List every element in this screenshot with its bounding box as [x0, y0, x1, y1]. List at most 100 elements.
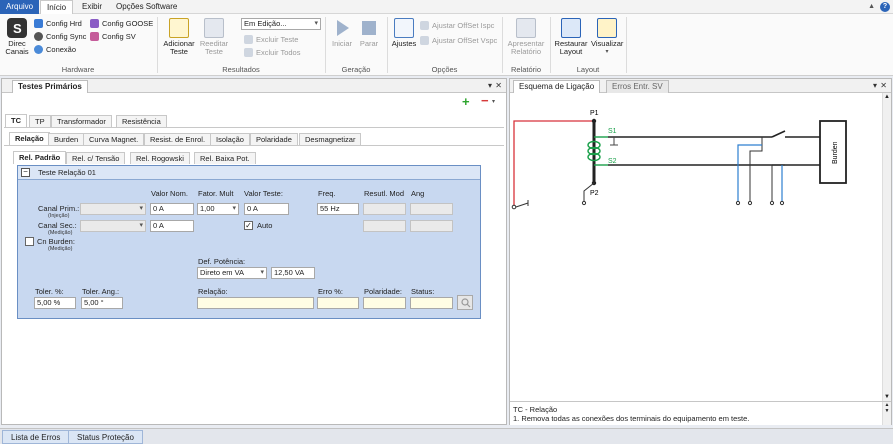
visualizar-button[interactable]: Visualizar ▾: [591, 18, 623, 56]
erro-field: [317, 297, 359, 309]
group-label-geracao: Geração: [341, 65, 371, 74]
ribbon-separator: [626, 17, 627, 73]
panel-tab-testes-primarios[interactable]: Testes Primários: [12, 80, 88, 93]
ajustar-offset-vspc-button[interactable]: Ajustar OffSet Vspc: [420, 35, 497, 46]
ground-wire: [515, 202, 529, 208]
fator-mult-select[interactable]: 1,00: [197, 203, 239, 215]
panel-title-bar: Esquema de Ligação Erros Entr. SV ▾ ✕: [510, 79, 891, 93]
help-icon[interactable]: ?: [880, 2, 890, 12]
excluir-teste-button[interactable]: Excluir Teste: [244, 34, 298, 45]
remove-icon[interactable]: −: [481, 93, 489, 108]
status-select[interactable]: Em Edição...: [241, 18, 321, 30]
tab-lista-erros[interactable]: Lista de Erros: [2, 430, 70, 444]
header-valor-nom: Valor Nom.: [151, 189, 188, 198]
chevron-down-icon: ▾: [605, 49, 609, 55]
terminal-node: [769, 200, 775, 206]
close-icon[interactable]: ✕: [495, 81, 502, 90]
tab-rel-padrao[interactable]: Rel. Padrão: [13, 151, 67, 164]
scroll-down-icon[interactable]: ▼: [884, 394, 890, 400]
close-icon[interactable]: ✕: [880, 81, 887, 90]
potencia-value-input[interactable]: 12,50 VA: [271, 267, 315, 279]
header-freq: Freq.: [318, 189, 336, 198]
tab-resist-enrol[interactable]: Resist. de Enrol.: [144, 133, 212, 145]
tab-transformador[interactable]: Transformador: [51, 115, 112, 127]
tab-divider: [4, 145, 504, 146]
collapse-group-icon[interactable]: −: [21, 168, 30, 177]
add-test-icon: [169, 18, 189, 38]
tab-curva-magnet[interactable]: Curva Magnet.: [83, 133, 145, 145]
excluir-todos-button[interactable]: Excluir Todos: [244, 47, 300, 58]
config-hrd-button[interactable]: Config Hrd: [34, 18, 82, 29]
tab-isolacao[interactable]: Isolação: [210, 133, 250, 145]
reeditar-teste-button[interactable]: Reeditar Teste: [198, 18, 230, 56]
tab-tc[interactable]: TC: [5, 114, 27, 127]
group-label-hardware: Hardware: [61, 65, 95, 74]
config-sv-button[interactable]: Config SV: [90, 31, 136, 42]
canal-sec-valor-nom-input[interactable]: 0 A: [150, 220, 194, 232]
secondary-wire-blue: [737, 144, 783, 203]
header-result-mod: Resutl. Mod: [364, 189, 405, 198]
channels-icon: S: [7, 18, 27, 38]
panel-dropdown-icon[interactable]: ▾: [488, 81, 492, 90]
tab-relacao[interactable]: Relação: [9, 132, 50, 145]
toler-input[interactable]: 5,00 %: [34, 297, 76, 309]
tab-rel-rogowski[interactable]: Rel. Rogowski: [130, 152, 190, 164]
config-goose-button[interactable]: Config GOOSE: [90, 18, 153, 29]
toler-ang-label: Toler. Ang.:: [82, 287, 120, 296]
ajustar-offset-ispc-button[interactable]: Ajustar OffSet Ispc: [420, 20, 494, 31]
tab-resistencia[interactable]: Resistência: [116, 115, 167, 127]
add-icon[interactable]: +: [462, 94, 470, 109]
erro-label: Erro %:: [318, 287, 344, 296]
testes-primarios-panel: Testes Primários ▾ ✕ + − ▾ TC TP Transfo…: [1, 78, 507, 425]
panel-dropdown-icon[interactable]: ▾: [873, 81, 877, 90]
canal-sec-select[interactable]: [80, 220, 146, 232]
tab-rel-baixa-pot[interactable]: Rel. Baixa Pot.: [194, 152, 256, 164]
cn-burden-checkbox[interactable]: [25, 237, 34, 246]
settings-list-icon: [394, 18, 414, 38]
menu-tab-exibir[interactable]: Exibir: [76, 0, 108, 14]
config-sync-button[interactable]: Config Sync: [34, 31, 86, 42]
primary-wire-red: [513, 120, 595, 207]
valor-teste-input[interactable]: 0 A: [244, 203, 289, 215]
def-potencia-select[interactable]: Direto em VA: [197, 267, 267, 279]
panel-tab-esquema[interactable]: Esquema de Ligação: [513, 80, 601, 93]
ajustes-button[interactable]: Ajustes: [391, 18, 417, 48]
terminal-node: [779, 200, 785, 206]
tab-tp[interactable]: TP: [29, 115, 51, 127]
restaurar-layout-button[interactable]: Restaurar Layout: [553, 18, 589, 56]
adicionar-teste-button[interactable]: Adicionar Teste: [161, 18, 197, 56]
search-icon[interactable]: [457, 295, 473, 310]
ang-prim-field: [410, 203, 453, 215]
iniciar-button[interactable]: Iniciar: [330, 18, 354, 48]
toler-ang-input[interactable]: 5,00 °: [81, 297, 123, 309]
tab-polaridade[interactable]: Polaridade: [250, 133, 298, 145]
auto-checkbox[interactable]: ✓: [244, 221, 253, 230]
p2-terminal: [581, 200, 587, 206]
parar-button[interactable]: Parar: [358, 18, 380, 48]
menu-bar: Arquivo Início Exibir Opções Software ▲ …: [0, 0, 893, 14]
collapse-ribbon-icon[interactable]: ▲: [868, 3, 875, 10]
tab-burden[interactable]: Burden: [48, 133, 85, 145]
tab-rel-tensao[interactable]: Rel. c/ Tensão: [66, 152, 126, 164]
secondary-wires: [608, 130, 820, 166]
menu-tab-opcoes-software[interactable]: Opções Software: [110, 0, 183, 14]
canal-prim-valor-nom-input[interactable]: 0 A: [150, 203, 194, 215]
panel-title-bar: Testes Primários ▾ ✕: [2, 79, 506, 93]
menu-tab-inicio[interactable]: Início: [40, 0, 74, 14]
s1-label: S1: [608, 128, 617, 135]
menu-tab-arquivo[interactable]: Arquivo: [0, 0, 40, 14]
direc-canais-button[interactable]: S Direc Canais: [4, 18, 30, 56]
freq-input[interactable]: 55 Hz: [317, 203, 359, 215]
tab-desmagnetizar[interactable]: Desmagnetizar: [299, 133, 362, 145]
hardware-config-icon: [34, 19, 43, 28]
panel-tab-erros-sv[interactable]: Erros Entr. SV: [606, 80, 669, 93]
scroll-up-icon[interactable]: ▲: [884, 94, 890, 100]
info-scrollbar[interactable]: ▲ ▼: [882, 402, 891, 425]
conexao-button[interactable]: Conexão: [34, 44, 76, 55]
chevron-down-icon[interactable]: ▾: [492, 98, 495, 105]
tab-status-protecao[interactable]: Status Proteção: [68, 430, 143, 444]
vertical-scrollbar[interactable]: ▲ ▼: [882, 93, 891, 401]
canal-prim-select[interactable]: [80, 203, 146, 215]
group-header: − Teste Relação 01: [18, 166, 480, 180]
apresentar-relatorio-button[interactable]: Apresentar Relatório: [506, 18, 546, 56]
